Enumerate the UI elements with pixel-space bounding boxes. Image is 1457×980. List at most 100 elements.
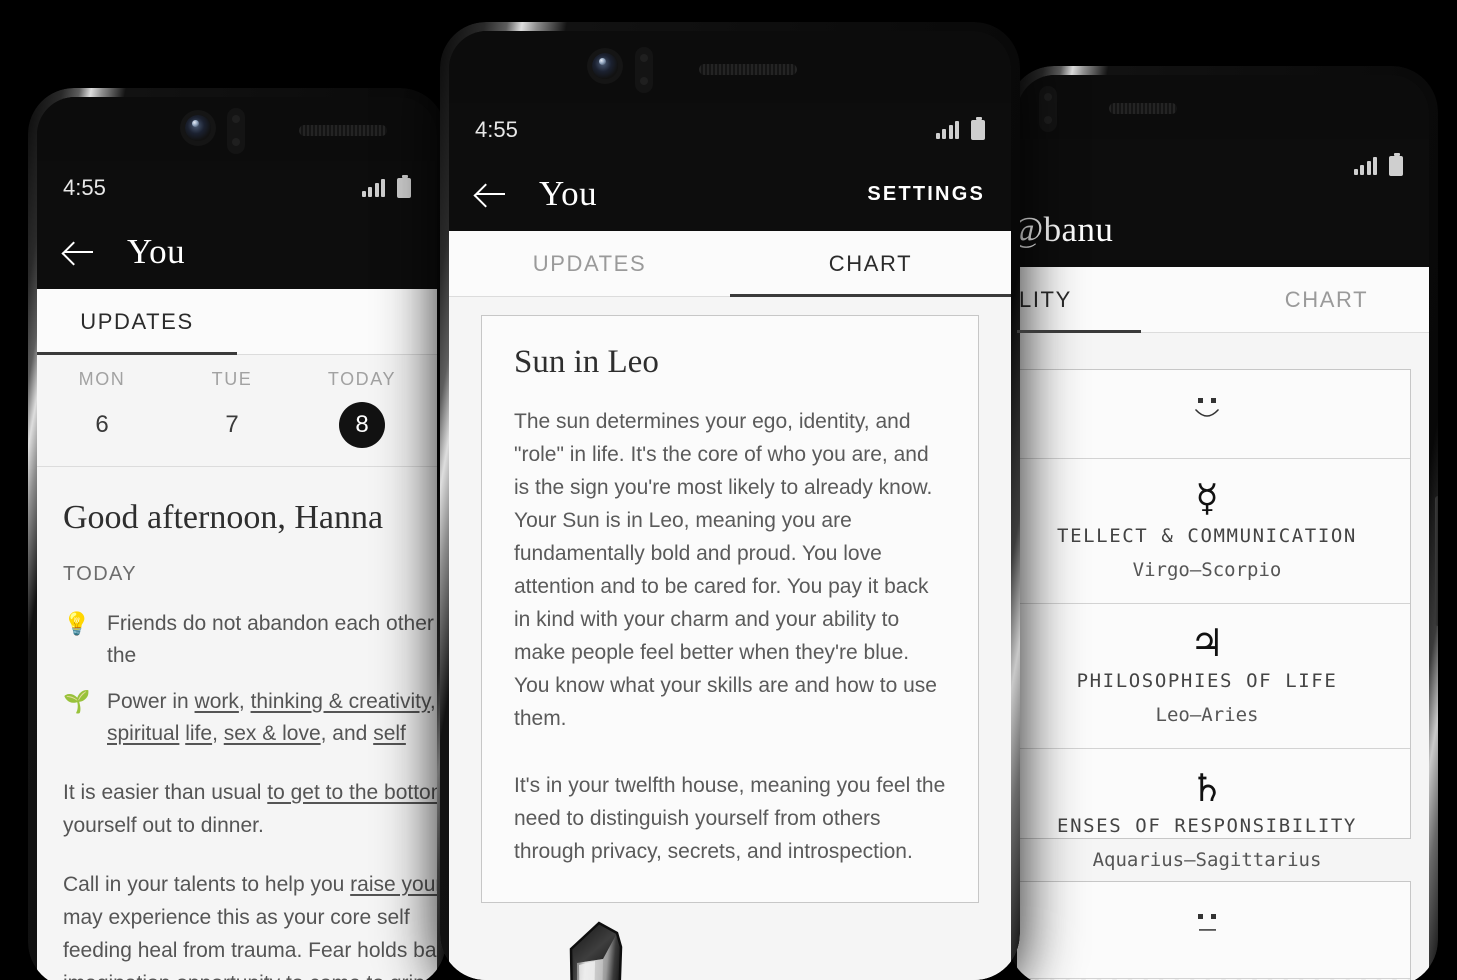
lightbulb-emoji: 💡 <box>63 611 91 636</box>
chart-row-signs: Aquarius—Sagittarius <box>1092 849 1322 871</box>
left-page-title: You <box>127 232 185 271</box>
card-paragraph: It's in your twelfth house, meaning you … <box>514 774 946 863</box>
left-status-time: 4:55 <box>63 175 106 200</box>
card-paragraph: The sun determines your ego, identity, a… <box>514 410 937 730</box>
chart-row-title: ENSES OF RESPONSIBILITY <box>1057 815 1357 837</box>
chart-panel-lower: ♂ <box>1017 881 1411 980</box>
signal-bars-icon <box>935 121 959 139</box>
tab-chart[interactable]: CHART <box>730 231 1011 297</box>
left-appbar: You <box>37 215 437 289</box>
day-label: TUE <box>211 369 253 389</box>
paragraph: It is easier than usual to get to the bo… <box>63 776 437 842</box>
earpiece-speaker-icon <box>299 125 387 136</box>
proximity-sensor-icon <box>1039 86 1057 132</box>
tab-chart-offscreen[interactable] <box>237 289 437 355</box>
inline-text: , <box>429 690 436 713</box>
list-item: 💡 Friends do not abandon each other in t… <box>63 608 437 672</box>
day-number: 6 <box>95 411 109 438</box>
tab-personality[interactable]: LITY <box>1017 267 1224 333</box>
chart-row-mercury[interactable]: ☿ TELLECT & COMMUNICATION Virgo—Scorpio <box>1017 459 1410 604</box>
chart-panel: ☿ TELLECT & COMMUNICATION Virgo—Scorpio … <box>1017 369 1411 871</box>
seedling-emoji: 🌱 <box>63 689 91 714</box>
left-tabbar: UPDATES <box>37 289 437 355</box>
tab-updates[interactable]: UPDATES <box>449 231 730 297</box>
center-status-icons <box>935 117 985 140</box>
day-number: 7 <box>225 411 239 438</box>
left-phone-device: 4:55 You UPDATES MON 6 TUE 7 TODAY 8 Goo… <box>28 88 446 980</box>
screenshot-stage: 4:55 You UPDATES MON 6 TUE 7 TODAY 8 Goo… <box>0 0 1457 980</box>
day-cell[interactable]: THU 9 <box>427 369 437 448</box>
day-cell-today[interactable]: TODAY 8 <box>297 369 427 448</box>
chart-card-sun[interactable]: Sun in Leo The sun determines your ego, … <box>481 315 979 903</box>
center-page-title: You <box>539 174 597 213</box>
tab-chart[interactable]: CHART <box>1224 267 1429 333</box>
list-item: 🌱 Power in work, thinking & creativity , … <box>63 686 437 750</box>
left-tab-indicator <box>37 352 237 355</box>
battery-icon <box>1389 153 1403 176</box>
proximity-sensor-icon <box>227 108 245 154</box>
right-page-title: @banu <box>1017 210 1114 249</box>
day-label: THU <box>427 369 437 390</box>
center-tab-indicator <box>730 294 1011 297</box>
mercury-glyph-icon: ☿ <box>1195 476 1219 520</box>
saturn-glyph-icon: ♄ <box>1189 766 1225 810</box>
smiling-face-icon <box>1017 386 1410 432</box>
battery-icon <box>397 175 411 198</box>
back-arrow-icon[interactable] <box>475 177 509 211</box>
greeting-heading: Good afternoon, Hanna <box>63 499 384 536</box>
day-cell[interactable]: TUE 7 <box>167 369 297 448</box>
inline-text: yourself out to dinner. <box>63 814 264 837</box>
left-status-icons <box>361 175 411 198</box>
back-arrow-icon[interactable] <box>63 235 97 269</box>
proximity-sensor-icon <box>635 47 653 93</box>
chart-row-jupiter[interactable]: ♃ PHILOSOPHIES OF LIFE Leo—Aries <box>1017 604 1410 749</box>
front-camera-icon <box>592 53 618 79</box>
inline-text: It is easier than usual <box>63 781 268 804</box>
chart-row-saturn[interactable]: ♄ ENSES OF RESPONSIBILITY Aquarius—Sagit… <box>1017 749 1410 893</box>
day-label: TODAY <box>327 369 397 389</box>
neutral-face-icon <box>1017 904 1410 950</box>
center-phone-inner: 4:55 You SETTINGS UPDATES CHART Sun in L… <box>449 31 1011 980</box>
center-content: Sun in Leo The sun determines your ego, … <box>449 297 1011 980</box>
inline-link[interactable]: work <box>195 690 239 713</box>
day-number: 9 <box>427 402 437 448</box>
inline-link[interactable]: sex & love <box>224 722 321 745</box>
quartz-crystal-image <box>555 919 647 980</box>
chart-row-signs: Leo—Aries <box>1155 704 1259 726</box>
right-tabbar: LITY CHART <box>1017 267 1429 333</box>
jupiter-glyph-icon: ♃ <box>1189 621 1225 665</box>
settings-button[interactable]: SETTINGS <box>867 183 985 206</box>
inline-link[interactable]: to get to the bottom of <box>267 781 437 804</box>
right-appbar: @banu <box>1017 193 1429 267</box>
center-status-time: 4:55 <box>475 117 518 142</box>
left-content: MON 6 TUE 7 TODAY 8 THU <box>37 355 437 980</box>
power-button[interactable] <box>1435 496 1438 626</box>
inline-link[interactable]: raise your self <box>350 873 437 896</box>
left-statusbar: 4:55 <box>37 161 437 215</box>
day-number-selected: 8 <box>339 402 385 448</box>
inline-text: , and <box>320 722 374 745</box>
left-phone-bezel <box>37 97 437 161</box>
right-statusbar <box>1017 139 1429 193</box>
list-item-text: Friends do not abandon each other in the <box>107 612 437 667</box>
center-phone-device: 4:55 You SETTINGS UPDATES CHART Sun in L… <box>440 22 1020 980</box>
today-section-label: TODAY <box>63 563 138 585</box>
paragraph: Call in your talents to help you raise y… <box>63 868 437 980</box>
center-tabbar: UPDATES CHART <box>449 231 1011 297</box>
inline-text: Call in your talents to help you <box>63 873 351 896</box>
day-cell[interactable]: MON 6 <box>37 369 167 448</box>
inline-text: may experience this as your core self fe… <box>63 906 437 980</box>
right-tab-indicator <box>1017 330 1141 333</box>
earpiece-speaker-icon <box>699 64 797 75</box>
tab-updates[interactable]: UPDATES <box>37 289 237 355</box>
inline-text: Power in <box>107 690 195 713</box>
inline-link[interactable]: life <box>185 722 212 745</box>
inline-link[interactable]: self <box>373 722 406 745</box>
chart-row-smiling[interactable] <box>1017 370 1410 459</box>
inline-link[interactable]: thinking & creativity <box>251 690 430 713</box>
right-phone-bezel <box>1017 75 1429 139</box>
inline-link[interactable]: spiritual <box>107 722 179 745</box>
battery-icon <box>971 117 985 140</box>
chart-row-neutral[interactable] <box>1017 882 1410 979</box>
front-camera-icon <box>185 115 211 141</box>
